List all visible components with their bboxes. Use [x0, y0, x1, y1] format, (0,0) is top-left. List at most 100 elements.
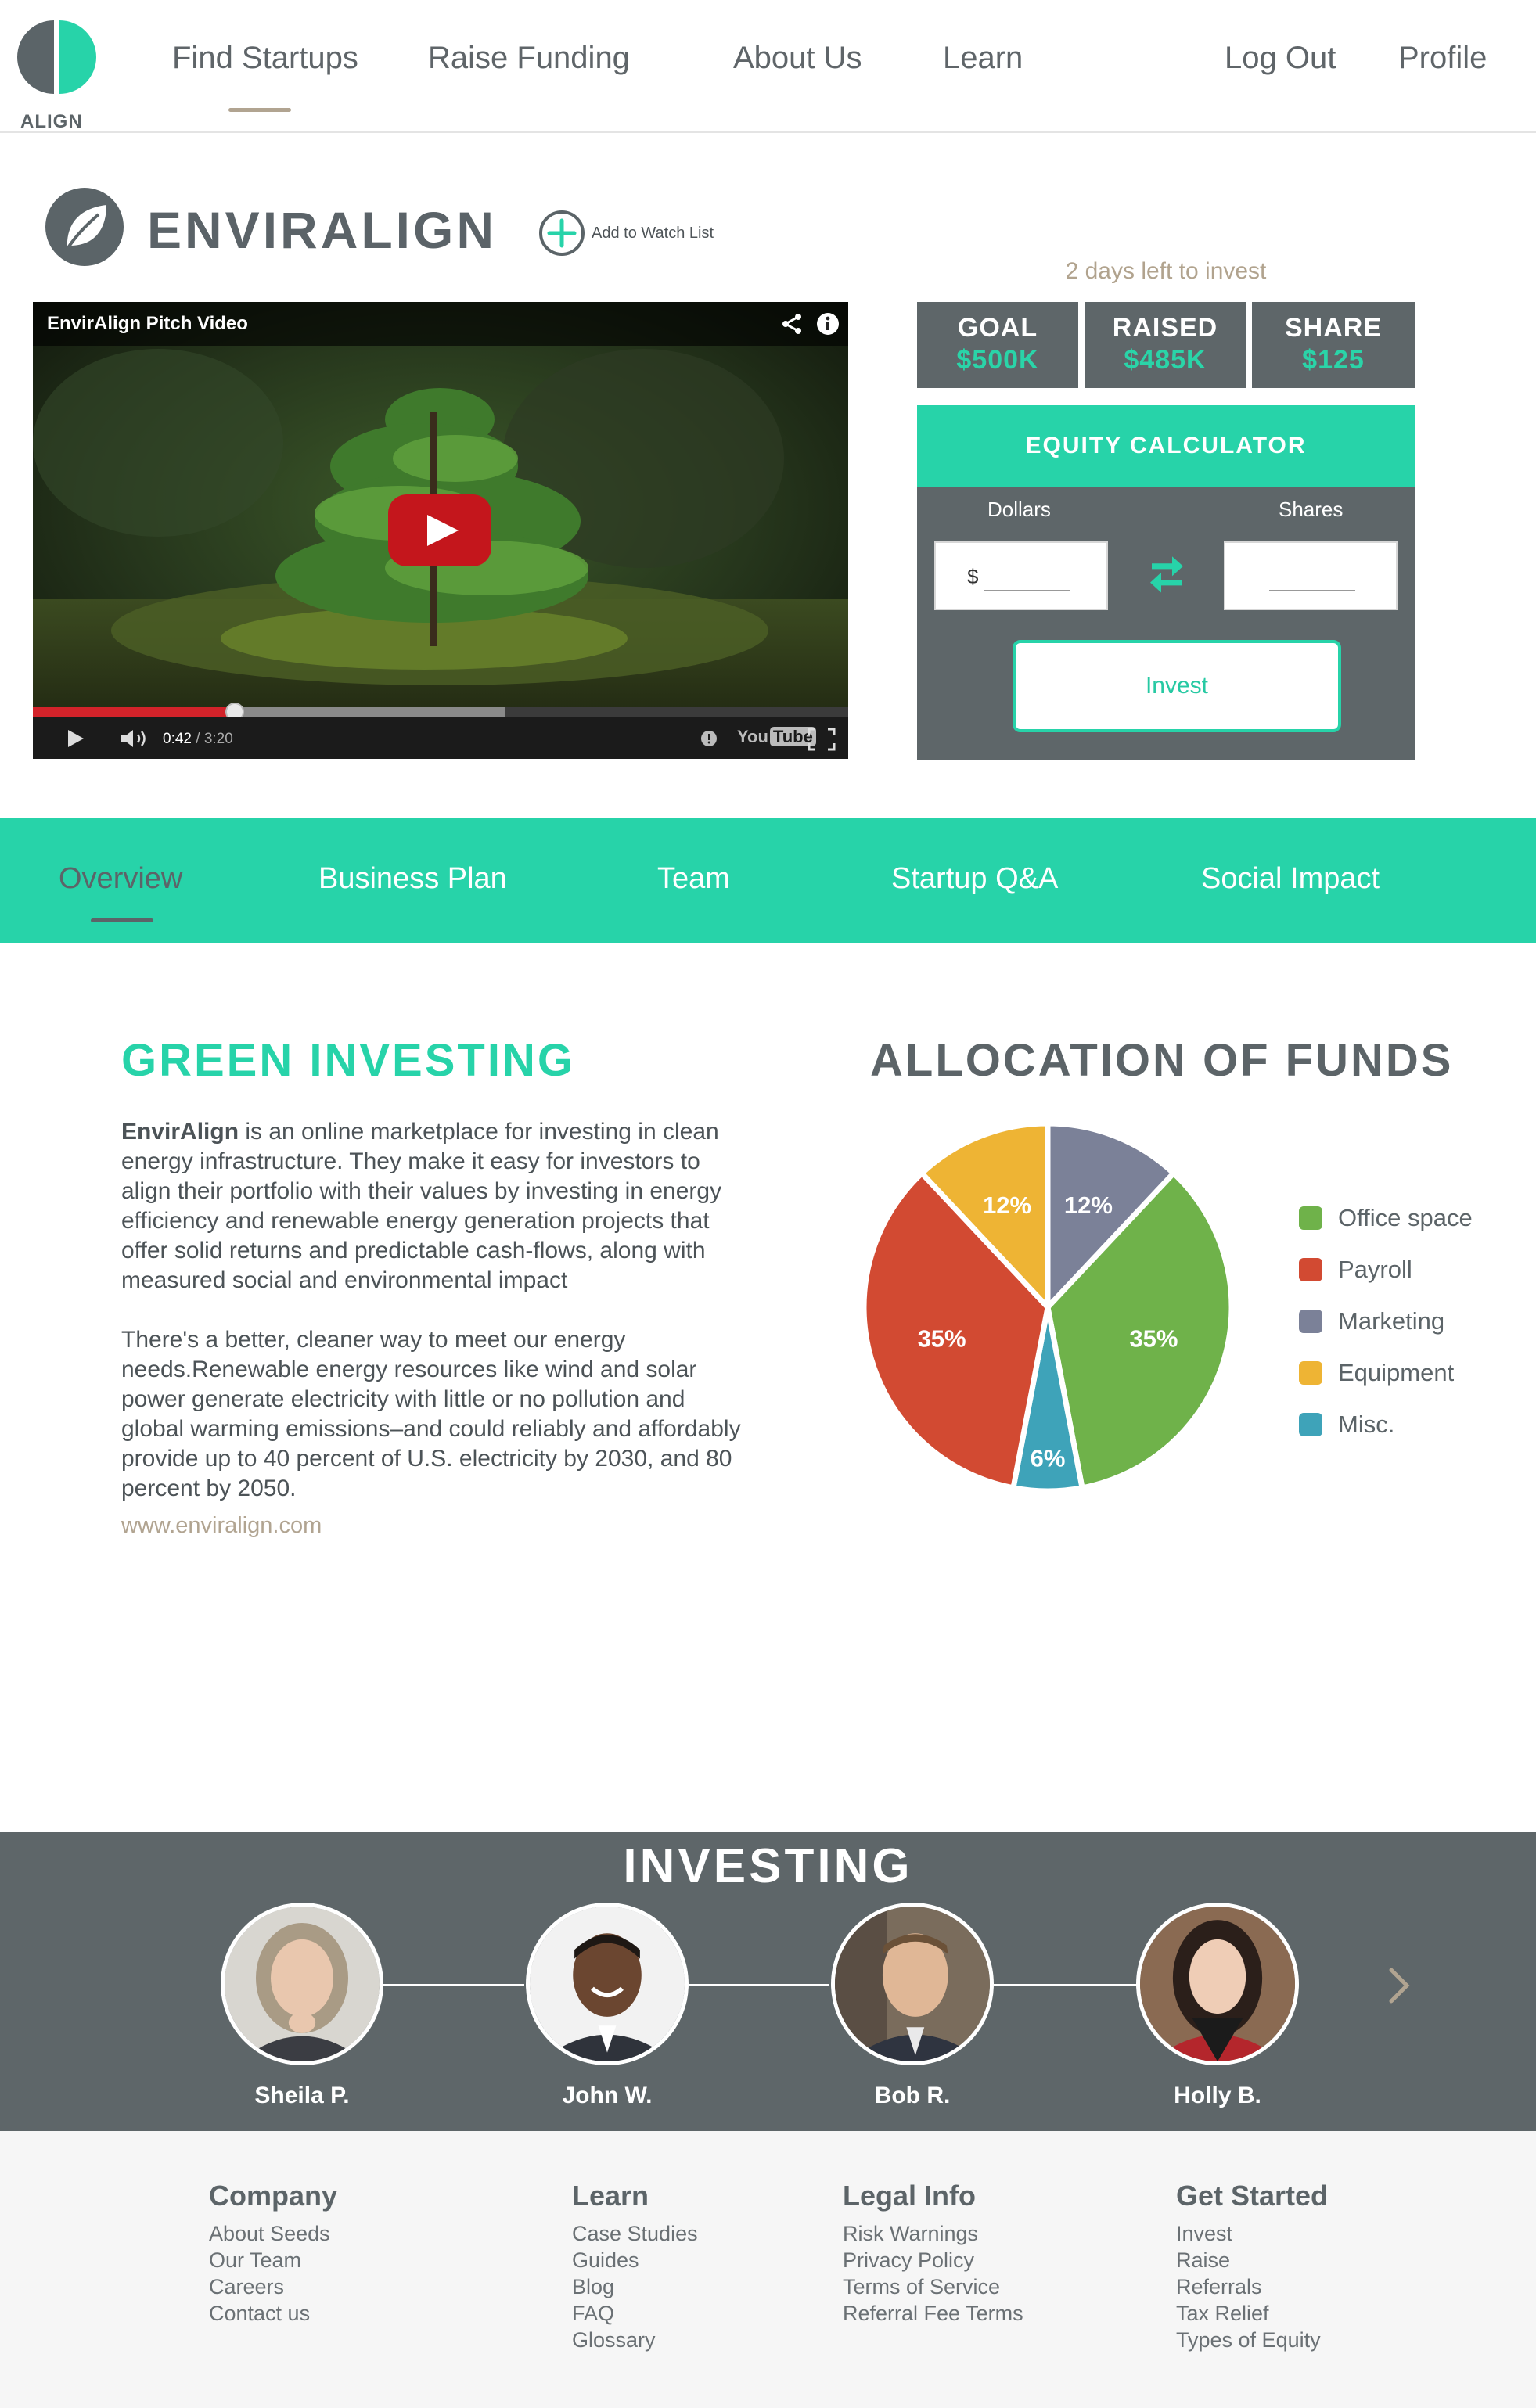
align-logo-icon [17, 20, 96, 94]
investor-avatar-holly[interactable] [1136, 1903, 1299, 2065]
dollars-input[interactable]: $ [934, 541, 1108, 610]
legend-label: Office space [1338, 1204, 1473, 1231]
footer-link-guides[interactable]: Guides [572, 2247, 698, 2273]
add-to-watch-list-button[interactable]: Add to Watch List [538, 210, 714, 257]
legend-label: Payroll [1338, 1256, 1412, 1283]
chevron-right-icon[interactable] [1385, 1965, 1413, 2006]
startup-tab-bar: Overview Business Plan Team Startup Q&A … [0, 818, 1536, 943]
dollars-label: Dollars [987, 498, 1051, 521]
legend-item: Payroll [1299, 1244, 1473, 1296]
legend-item: Office space [1299, 1192, 1473, 1244]
investor-avatar-sheila[interactable] [221, 1903, 383, 2065]
nav-learn[interactable]: Learn [943, 41, 1023, 76]
youtube-logo[interactable]: You Tube [737, 727, 816, 747]
share-label: SHARE [1284, 313, 1383, 343]
tab-team[interactable]: Team [657, 862, 730, 896]
legend-swatch [1299, 1361, 1322, 1385]
investor-avatar-john[interactable] [526, 1903, 689, 2065]
footer-link-raise[interactable]: Raise [1176, 2247, 1328, 2273]
green-investing-title: GREEN INVESTING [121, 1035, 575, 1086]
tab-business-plan[interactable]: Business Plan [318, 862, 507, 896]
pie-slice-label: 12% [983, 1191, 1031, 1219]
footer-link-our-team[interactable]: Our Team [209, 2247, 337, 2273]
align-logo[interactable]: ALIGN [11, 14, 97, 132]
invest-button[interactable]: Invest [1013, 640, 1341, 732]
legend-label: Marketing [1338, 1307, 1445, 1335]
footer-link-about-seeds[interactable]: About Seeds [209, 2220, 337, 2247]
footer-link-case-studies[interactable]: Case Studies [572, 2220, 698, 2247]
tab-startup-qa[interactable]: Startup Q&A [891, 862, 1058, 896]
equity-calculator: Dollars Shares $ Invest [917, 487, 1415, 760]
footer-link-terms-of-service[interactable]: Terms of Service [843, 2273, 1023, 2300]
footer-link-glossary[interactable]: Glossary [572, 2327, 698, 2353]
goal-value: $500K [956, 345, 1039, 375]
nav-find-startups[interactable]: Find Startups [172, 41, 358, 76]
pie-slice-label: 6% [1031, 1445, 1066, 1472]
footer-heading: Learn [572, 2180, 649, 2212]
volume-icon[interactable] [119, 728, 150, 749]
avatar-connector [383, 1984, 524, 1986]
pie-slice-label: 35% [918, 1324, 966, 1352]
footer-link-referral-fee-terms[interactable]: Referral Fee Terms [843, 2300, 1023, 2327]
pitch-video-player[interactable]: EnvirAlign Pitch Video 0:42 / 3:20 YouT [33, 302, 848, 759]
pie-legend: Office space Payroll Marketing Equipment Mis… [1299, 1192, 1473, 1450]
footer-link-invest[interactable]: Invest [1176, 2220, 1328, 2247]
avatar-connector [689, 1984, 829, 1986]
legend-item: Equipment [1299, 1347, 1473, 1399]
video-time: 0:42 / 3:20 [163, 731, 233, 748]
investor-name: Holly B. [1174, 2083, 1261, 2108]
website-link[interactable]: www.enviralign.com [121, 1513, 322, 1539]
investing-title: INVESTING [623, 1839, 913, 1893]
youtube-label: You [737, 727, 768, 746]
logo-text: ALIGN [20, 111, 83, 132]
raised-label: RAISED [1112, 313, 1218, 343]
video-played-bar [33, 707, 236, 717]
shares-input-underline [1269, 590, 1355, 591]
shares-label: Shares [1279, 498, 1344, 521]
tab-social-impact[interactable]: Social Impact [1201, 862, 1380, 896]
fullscreen-icon[interactable] [808, 728, 836, 751]
overview-paragraph-1: EnvirAlign is an online marketplace for … [121, 1117, 747, 1296]
footer-heading: Legal Info [843, 2180, 976, 2212]
settings-dot-icon[interactable] [700, 729, 718, 748]
footer-link-contact-us[interactable]: Contact us [209, 2300, 337, 2327]
legend-swatch [1299, 1310, 1322, 1333]
plus-circle-icon [539, 210, 585, 256]
footer-link-privacy-policy[interactable]: Privacy Policy [843, 2247, 1023, 2273]
overview-paragraph-1-text: is an online marketplace for investing i… [121, 1119, 722, 1293]
footer-link-faq[interactable]: FAQ [572, 2300, 698, 2327]
investor-name: Sheila P. [254, 2083, 350, 2108]
footer-link-blog[interactable]: Blog [572, 2273, 698, 2300]
legend-swatch [1299, 1206, 1322, 1230]
footer-link-referrals[interactable]: Referrals [1176, 2273, 1328, 2300]
nav-profile[interactable]: Profile [1398, 41, 1487, 76]
footer-link-tax-relief[interactable]: Tax Relief [1176, 2300, 1328, 2327]
footer-column-get-started: Get Started Invest Raise Referrals Tax R… [1176, 2180, 1328, 2353]
swap-arrows-icon[interactable] [1149, 555, 1185, 599]
top-navigation: ALIGN Find Startups Raise Funding About … [0, 0, 1536, 133]
nav-log-out[interactable]: Log Out [1225, 41, 1336, 76]
current-time: 0:42 [163, 731, 192, 747]
avatar-photo [530, 1907, 685, 2061]
footer-column-company: Company About Seeds Our Team Careers Con… [209, 2180, 337, 2327]
footer-column-legal: Legal Info Risk Warnings Privacy Policy … [843, 2180, 1023, 2327]
footer-column-learn: Learn Case Studies Guides Blog FAQ Gloss… [572, 2180, 698, 2353]
avatar-photo [1140, 1907, 1295, 2061]
share-icon[interactable] [779, 311, 804, 336]
tab-overview[interactable]: Overview [59, 862, 182, 896]
share-value: $125 [1302, 345, 1365, 375]
goal-label: GOAL [957, 313, 1038, 343]
tab-active-indicator [91, 918, 153, 922]
video-controls: 0:42 / 3:20 You Tube [33, 717, 848, 759]
play-icon[interactable] [64, 728, 86, 749]
info-icon[interactable] [815, 311, 840, 336]
overview-paragraph-2: There's a better, cleaner way to meet ou… [121, 1327, 741, 1501]
investor-avatar-bob[interactable] [831, 1903, 994, 2065]
footer-link-careers[interactable]: Careers [209, 2273, 337, 2300]
footer-link-risk-warnings[interactable]: Risk Warnings [843, 2220, 1023, 2247]
footer-link-types-of-equity[interactable]: Types of Equity [1176, 2327, 1328, 2353]
nav-about-us[interactable]: About Us [733, 41, 862, 76]
youtube-play-icon[interactable] [387, 493, 493, 568]
shares-input[interactable] [1224, 541, 1398, 610]
nav-raise-funding[interactable]: Raise Funding [428, 41, 630, 76]
